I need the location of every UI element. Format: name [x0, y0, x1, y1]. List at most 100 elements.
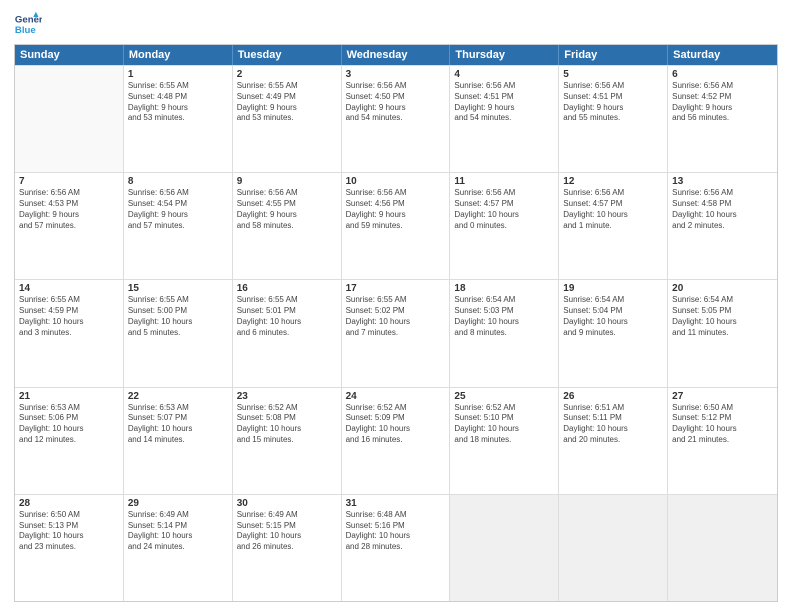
calendar-row-3: 14Sunrise: 6:55 AM Sunset: 4:59 PM Dayli…: [15, 279, 777, 386]
calendar-row-5: 28Sunrise: 6:50 AM Sunset: 5:13 PM Dayli…: [15, 494, 777, 601]
calendar-cell: 8Sunrise: 6:56 AM Sunset: 4:54 PM Daylig…: [124, 173, 233, 279]
calendar-cell: 4Sunrise: 6:56 AM Sunset: 4:51 PM Daylig…: [450, 66, 559, 172]
calendar-cell: 6Sunrise: 6:56 AM Sunset: 4:52 PM Daylig…: [668, 66, 777, 172]
day-number: 21: [19, 391, 119, 402]
day-info: Sunrise: 6:56 AM Sunset: 4:58 PM Dayligh…: [672, 188, 773, 231]
header-day-tuesday: Tuesday: [233, 45, 342, 65]
day-info: Sunrise: 6:54 AM Sunset: 5:04 PM Dayligh…: [563, 295, 663, 338]
header-day-monday: Monday: [124, 45, 233, 65]
calendar-cell: 29Sunrise: 6:49 AM Sunset: 5:14 PM Dayli…: [124, 495, 233, 601]
calendar-cell: 1Sunrise: 6:55 AM Sunset: 4:48 PM Daylig…: [124, 66, 233, 172]
header-day-saturday: Saturday: [668, 45, 777, 65]
day-number: 2: [237, 69, 337, 80]
day-info: Sunrise: 6:56 AM Sunset: 4:55 PM Dayligh…: [237, 188, 337, 231]
calendar-cell: [559, 495, 668, 601]
day-info: Sunrise: 6:52 AM Sunset: 5:10 PM Dayligh…: [454, 403, 554, 446]
day-number: 27: [672, 391, 773, 402]
calendar-row-2: 7Sunrise: 6:56 AM Sunset: 4:53 PM Daylig…: [15, 172, 777, 279]
day-number: 15: [128, 283, 228, 294]
day-info: Sunrise: 6:55 AM Sunset: 4:59 PM Dayligh…: [19, 295, 119, 338]
calendar-body: 1Sunrise: 6:55 AM Sunset: 4:48 PM Daylig…: [15, 65, 777, 601]
day-number: 20: [672, 283, 773, 294]
calendar-row-1: 1Sunrise: 6:55 AM Sunset: 4:48 PM Daylig…: [15, 65, 777, 172]
day-info: Sunrise: 6:49 AM Sunset: 5:15 PM Dayligh…: [237, 510, 337, 553]
day-number: 5: [563, 69, 663, 80]
calendar: SundayMondayTuesdayWednesdayThursdayFrid…: [14, 44, 778, 602]
day-info: Sunrise: 6:52 AM Sunset: 5:09 PM Dayligh…: [346, 403, 446, 446]
day-number: 17: [346, 283, 446, 294]
day-number: 28: [19, 498, 119, 509]
day-info: Sunrise: 6:56 AM Sunset: 4:54 PM Dayligh…: [128, 188, 228, 231]
day-info: Sunrise: 6:54 AM Sunset: 5:05 PM Dayligh…: [672, 295, 773, 338]
page: General Blue SundayMondayTuesdayWednesda…: [0, 0, 792, 612]
day-info: Sunrise: 6:53 AM Sunset: 5:06 PM Dayligh…: [19, 403, 119, 446]
day-info: Sunrise: 6:56 AM Sunset: 4:57 PM Dayligh…: [454, 188, 554, 231]
calendar-cell: 11Sunrise: 6:56 AM Sunset: 4:57 PM Dayli…: [450, 173, 559, 279]
day-info: Sunrise: 6:55 AM Sunset: 4:49 PM Dayligh…: [237, 81, 337, 124]
day-number: 8: [128, 176, 228, 187]
day-number: 6: [672, 69, 773, 80]
calendar-cell: 20Sunrise: 6:54 AM Sunset: 5:05 PM Dayli…: [668, 280, 777, 386]
day-number: 19: [563, 283, 663, 294]
day-info: Sunrise: 6:55 AM Sunset: 5:02 PM Dayligh…: [346, 295, 446, 338]
day-number: 10: [346, 176, 446, 187]
calendar-cell: 17Sunrise: 6:55 AM Sunset: 5:02 PM Dayli…: [342, 280, 451, 386]
header-day-wednesday: Wednesday: [342, 45, 451, 65]
calendar-row-4: 21Sunrise: 6:53 AM Sunset: 5:06 PM Dayli…: [15, 387, 777, 494]
header: General Blue: [14, 10, 778, 38]
calendar-cell: 10Sunrise: 6:56 AM Sunset: 4:56 PM Dayli…: [342, 173, 451, 279]
calendar-cell: [450, 495, 559, 601]
calendar-cell: 25Sunrise: 6:52 AM Sunset: 5:10 PM Dayli…: [450, 388, 559, 494]
day-info: Sunrise: 6:56 AM Sunset: 4:57 PM Dayligh…: [563, 188, 663, 231]
day-number: 9: [237, 176, 337, 187]
day-number: 3: [346, 69, 446, 80]
day-info: Sunrise: 6:55 AM Sunset: 5:01 PM Dayligh…: [237, 295, 337, 338]
svg-text:Blue: Blue: [15, 25, 36, 36]
calendar-cell: [15, 66, 124, 172]
day-info: Sunrise: 6:56 AM Sunset: 4:51 PM Dayligh…: [563, 81, 663, 124]
day-number: 25: [454, 391, 554, 402]
day-number: 7: [19, 176, 119, 187]
calendar-cell: 2Sunrise: 6:55 AM Sunset: 4:49 PM Daylig…: [233, 66, 342, 172]
calendar-cell: 27Sunrise: 6:50 AM Sunset: 5:12 PM Dayli…: [668, 388, 777, 494]
day-info: Sunrise: 6:56 AM Sunset: 4:50 PM Dayligh…: [346, 81, 446, 124]
header-day-sunday: Sunday: [15, 45, 124, 65]
calendar-cell: 19Sunrise: 6:54 AM Sunset: 5:04 PM Dayli…: [559, 280, 668, 386]
header-day-friday: Friday: [559, 45, 668, 65]
day-info: Sunrise: 6:52 AM Sunset: 5:08 PM Dayligh…: [237, 403, 337, 446]
day-number: 29: [128, 498, 228, 509]
day-number: 11: [454, 176, 554, 187]
calendar-cell: 23Sunrise: 6:52 AM Sunset: 5:08 PM Dayli…: [233, 388, 342, 494]
calendar-cell: 26Sunrise: 6:51 AM Sunset: 5:11 PM Dayli…: [559, 388, 668, 494]
day-number: 12: [563, 176, 663, 187]
day-number: 23: [237, 391, 337, 402]
calendar-cell: 9Sunrise: 6:56 AM Sunset: 4:55 PM Daylig…: [233, 173, 342, 279]
day-number: 22: [128, 391, 228, 402]
calendar-cell: 5Sunrise: 6:56 AM Sunset: 4:51 PM Daylig…: [559, 66, 668, 172]
day-info: Sunrise: 6:50 AM Sunset: 5:12 PM Dayligh…: [672, 403, 773, 446]
day-info: Sunrise: 6:55 AM Sunset: 4:48 PM Dayligh…: [128, 81, 228, 124]
calendar-cell: 14Sunrise: 6:55 AM Sunset: 4:59 PM Dayli…: [15, 280, 124, 386]
day-info: Sunrise: 6:56 AM Sunset: 4:56 PM Dayligh…: [346, 188, 446, 231]
day-info: Sunrise: 6:48 AM Sunset: 5:16 PM Dayligh…: [346, 510, 446, 553]
day-number: 30: [237, 498, 337, 509]
day-number: 18: [454, 283, 554, 294]
calendar-cell: 13Sunrise: 6:56 AM Sunset: 4:58 PM Dayli…: [668, 173, 777, 279]
day-info: Sunrise: 6:50 AM Sunset: 5:13 PM Dayligh…: [19, 510, 119, 553]
calendar-cell: 12Sunrise: 6:56 AM Sunset: 4:57 PM Dayli…: [559, 173, 668, 279]
day-info: Sunrise: 6:49 AM Sunset: 5:14 PM Dayligh…: [128, 510, 228, 553]
day-number: 13: [672, 176, 773, 187]
day-info: Sunrise: 6:56 AM Sunset: 4:52 PM Dayligh…: [672, 81, 773, 124]
day-number: 14: [19, 283, 119, 294]
day-info: Sunrise: 6:54 AM Sunset: 5:03 PM Dayligh…: [454, 295, 554, 338]
logo-icon: General Blue: [14, 10, 42, 38]
day-number: 26: [563, 391, 663, 402]
day-info: Sunrise: 6:55 AM Sunset: 5:00 PM Dayligh…: [128, 295, 228, 338]
logo: General Blue: [14, 10, 42, 38]
calendar-cell: 15Sunrise: 6:55 AM Sunset: 5:00 PM Dayli…: [124, 280, 233, 386]
day-number: 24: [346, 391, 446, 402]
day-number: 16: [237, 283, 337, 294]
calendar-cell: [668, 495, 777, 601]
day-info: Sunrise: 6:53 AM Sunset: 5:07 PM Dayligh…: [128, 403, 228, 446]
calendar-cell: 18Sunrise: 6:54 AM Sunset: 5:03 PM Dayli…: [450, 280, 559, 386]
